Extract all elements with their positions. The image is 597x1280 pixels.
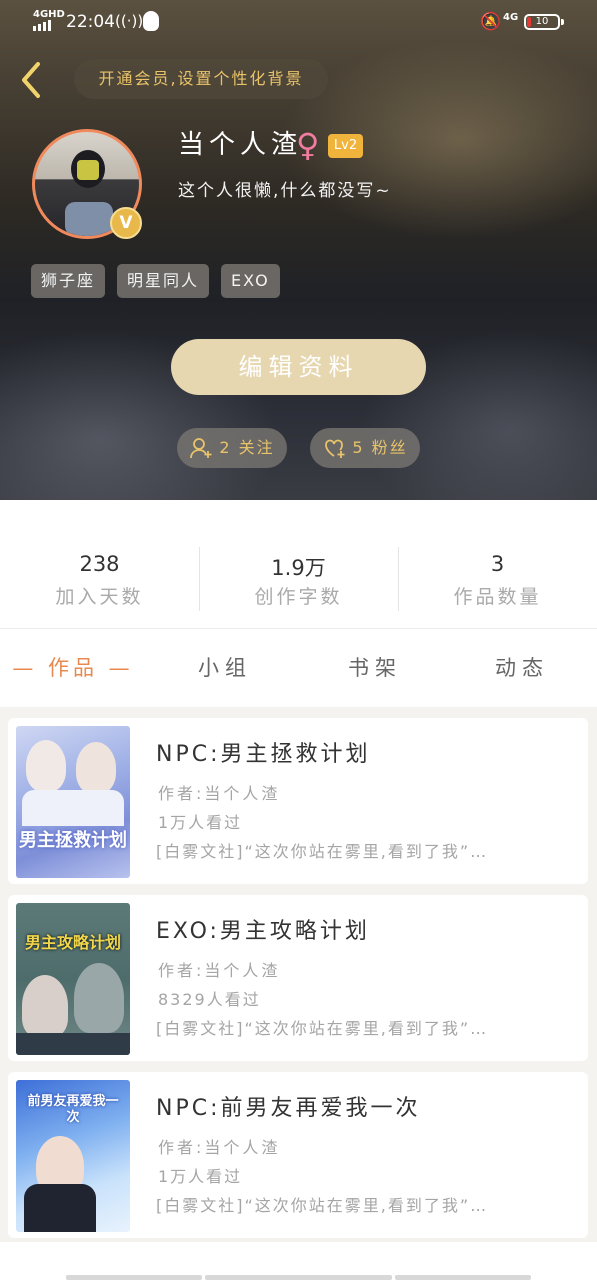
stat-label: 创作字数	[254, 586, 343, 608]
add-user-icon	[190, 438, 212, 459]
work-views: 8329人看过	[158, 990, 261, 1009]
signal-label: 4GHD	[33, 9, 65, 20]
status-bar: 4GHD 22:04 ((·)) 🔕 4G 10	[0, 0, 597, 46]
stat-works-count: 3 作品数量	[398, 500, 597, 628]
work-author: 作者:当个人渣	[158, 961, 281, 980]
scroll-indicator	[66, 1275, 202, 1280]
network-label: 4G	[503, 12, 519, 23]
tag-item[interactable]: EXO	[221, 264, 280, 298]
female-icon: ♀	[296, 126, 320, 164]
tag-list: 狮子座 明星同人 EXO	[31, 264, 280, 298]
chevron-left-icon	[22, 62, 40, 98]
username: 当个人渣	[178, 130, 303, 160]
stat-label: 作品数量	[453, 586, 542, 608]
work-card[interactable]: 男主攻略计划 EXO:男主攻略计划 作者:当个人渣 8329人看过 [白雾文社]…	[8, 895, 588, 1061]
mute-bell-icon: 🔕	[480, 12, 502, 32]
edit-profile-button[interactable]: 编辑资料	[171, 339, 426, 395]
work-cover[interactable]: 前男友再爱我一次	[16, 1080, 130, 1232]
tab-activity[interactable]: 动态	[472, 629, 572, 707]
work-author: 作者:当个人渣	[158, 1138, 281, 1157]
work-card[interactable]: 男主拯救计划 NPC:男主拯救计划 作者:当个人渣 1万人看过 [白雾文社]“这…	[8, 718, 588, 884]
signal-icon	[33, 20, 51, 31]
tab-bookshelf[interactable]: 书架	[325, 629, 425, 707]
battery-level: 10	[535, 16, 549, 27]
stat-value: 3	[490, 552, 505, 576]
work-title: NPC:前男友再爱我一次	[156, 1096, 421, 1121]
work-views: 1万人看过	[158, 813, 243, 832]
vip-badge: V	[110, 207, 142, 239]
stat-value: 1.9万	[271, 556, 326, 580]
tab-groups[interactable]: 小组	[175, 629, 275, 707]
work-title: NPC:男主拯救计划	[156, 742, 371, 767]
tag-item[interactable]: 明星同人	[117, 264, 210, 298]
clock: 22:04	[66, 12, 115, 32]
fans-button[interactable]: 5 粉丝	[310, 428, 420, 468]
work-description: [白雾文社]“这次你站在雾里,看到了我”…	[156, 1019, 489, 1038]
cover-title: 前男友再爱我一次	[27, 1094, 119, 1125]
fans-label: 5 粉丝	[352, 438, 408, 457]
stat-label: 加入天数	[55, 586, 144, 608]
work-description: [白雾文社]“这次你站在雾里,看到了我”…	[156, 1196, 489, 1215]
stats-panel: 238 加入天数 1.9万 创作字数 3 作品数量	[0, 500, 597, 629]
tab-works[interactable]: — 作品 —	[8, 629, 138, 707]
stat-join-days: 238 加入天数	[0, 500, 199, 628]
cover-title: 男主拯救计划	[19, 830, 127, 851]
stat-value: 238	[79, 552, 120, 576]
back-button[interactable]	[14, 58, 54, 102]
following-button[interactable]: 2 关注	[177, 428, 287, 468]
work-cover[interactable]: 男主拯救计划	[16, 726, 130, 878]
tab-bar: — 作品 — 小组 书架 动态	[0, 629, 597, 707]
vip-banner-button[interactable]: 开通会员,设置个性化背景	[74, 59, 328, 99]
level-badge: Lv2	[328, 134, 363, 158]
scroll-indicator	[395, 1275, 531, 1280]
work-description: [白雾文社]“这次你站在雾里,看到了我”…	[156, 842, 489, 861]
works-list: 男主拯救计划 NPC:男主拯救计划 作者:当个人渣 1万人看过 [白雾文社]“这…	[0, 708, 597, 1242]
battery-icon: 10	[524, 14, 564, 30]
scroll-indicator	[205, 1275, 392, 1280]
nfc-wave-icon: ((·))	[115, 12, 144, 30]
work-cover[interactable]: 男主攻略计划	[16, 903, 130, 1055]
qq-icon	[143, 11, 159, 31]
work-card[interactable]: 前男友再爱我一次 NPC:前男友再爱我一次 作者:当个人渣 1万人看过 [白雾文…	[8, 1072, 588, 1238]
work-author: 作者:当个人渣	[158, 784, 281, 803]
cover-title: 男主攻略计划	[24, 933, 121, 952]
work-views: 1万人看过	[158, 1167, 243, 1186]
work-title: EXO:男主攻略计划	[156, 919, 370, 944]
following-label: 2 关注	[219, 438, 275, 457]
bio-text: 这个人很懒,什么都没写~	[178, 181, 392, 201]
tag-item[interactable]: 狮子座	[31, 264, 106, 298]
profile-header: 4GHD 22:04 ((·)) 🔕 4G 10 开通会员,设置个性化背景 V …	[0, 0, 597, 500]
stat-word-count: 1.9万 创作字数	[199, 500, 398, 628]
bottom-area	[0, 1242, 597, 1280]
heart-plus-icon	[325, 439, 345, 458]
